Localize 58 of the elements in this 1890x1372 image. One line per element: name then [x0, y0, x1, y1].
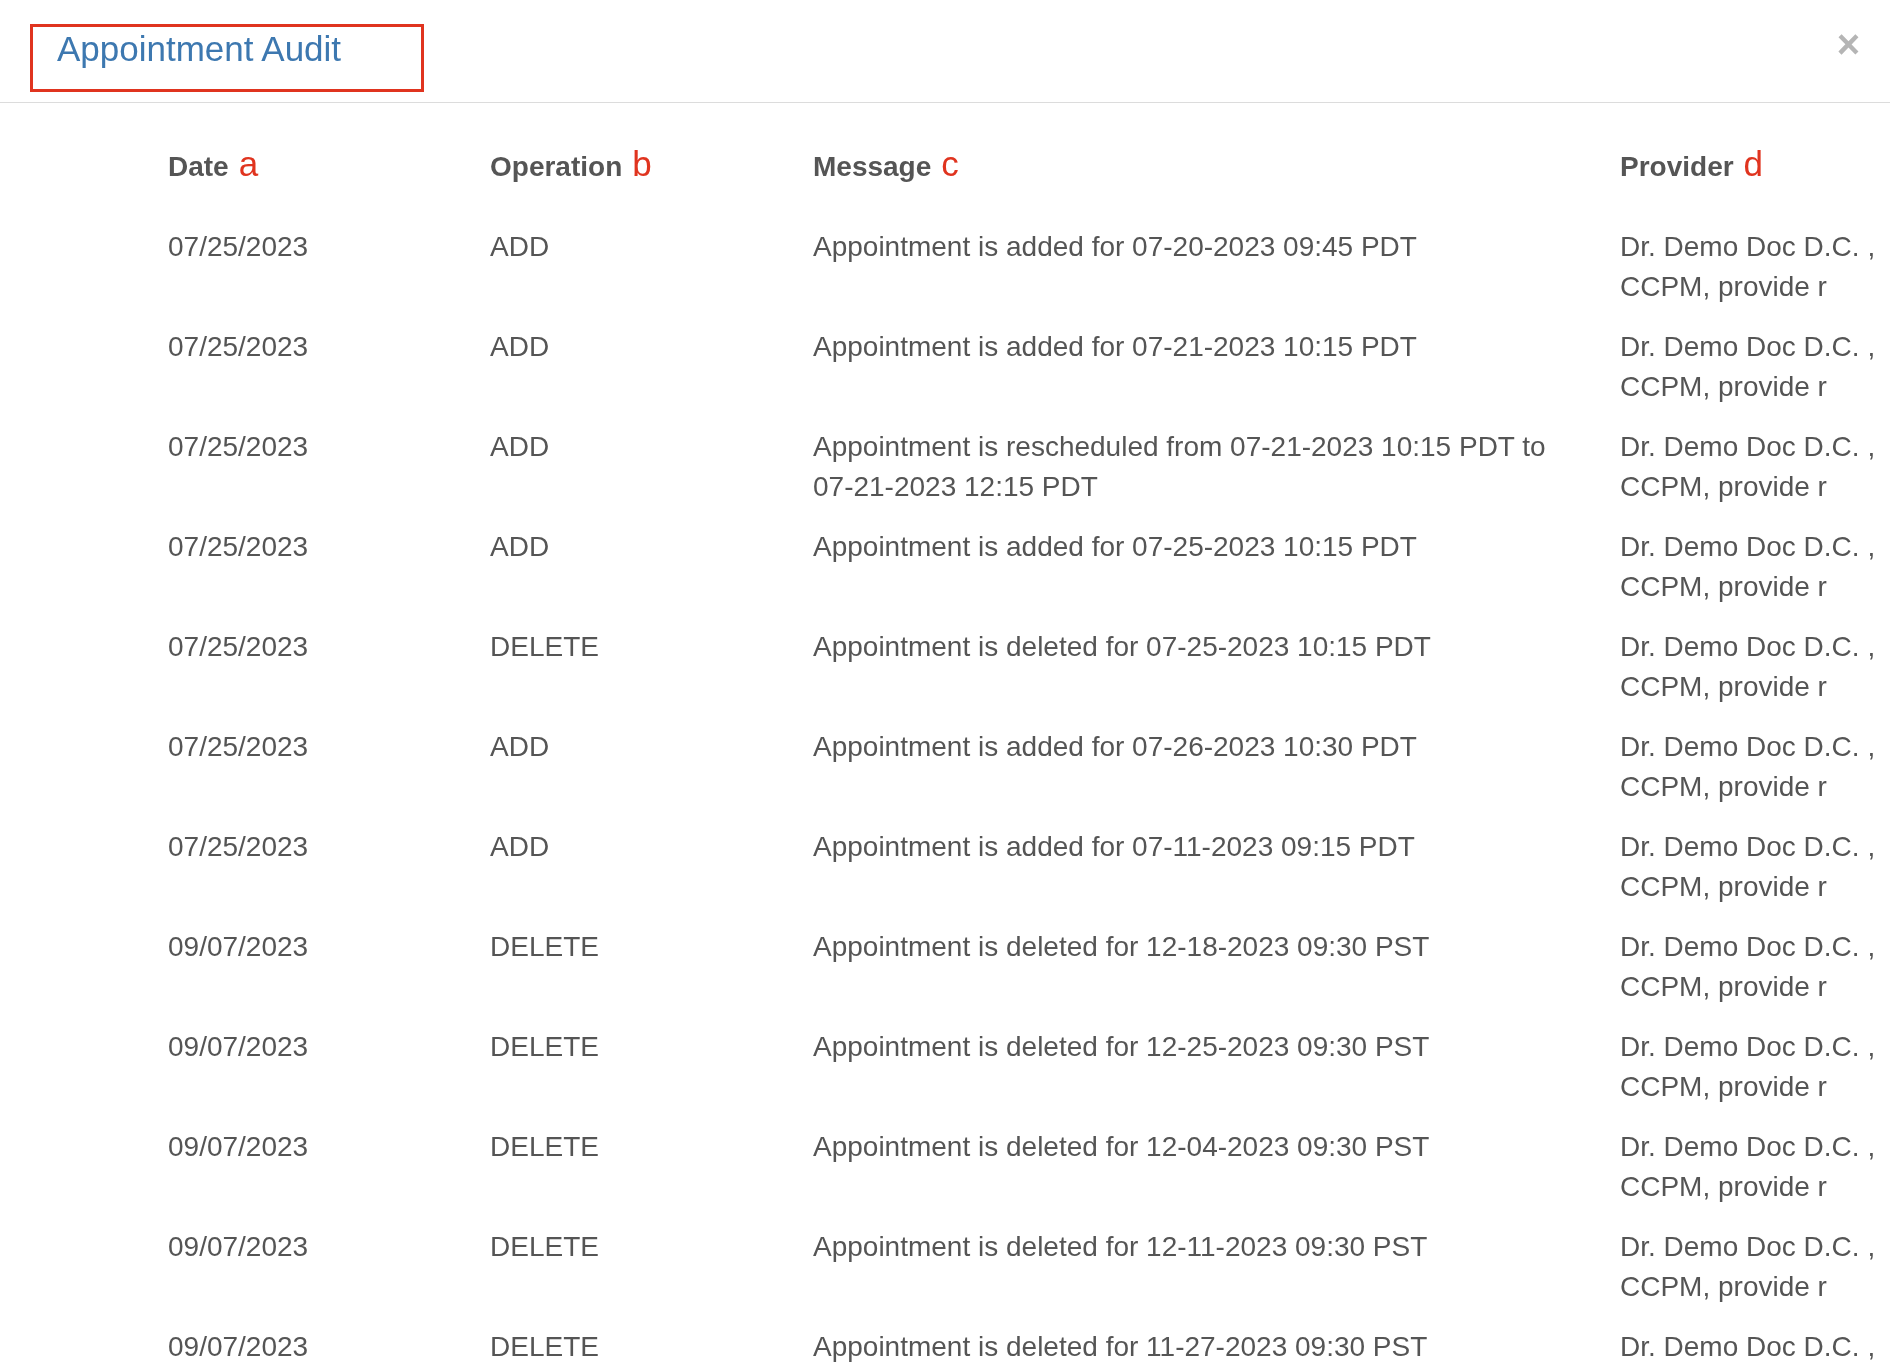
operation-cell-text: ADD: [490, 830, 550, 864]
provider-cell-text: Dr. Demo Doc D.C. , CCPM, provide r: [1620, 530, 1877, 604]
operation-cell-text: ADD: [490, 430, 550, 464]
operation-cell-text: DELETE: [490, 1330, 599, 1364]
date-cell-text: 07/25/2023: [168, 530, 309, 564]
provider-cell-text: Dr. Demo Doc D.C. , CCPM, provide r: [1620, 1030, 1877, 1104]
operation-cell-text: ADD: [490, 330, 550, 364]
provider-cell-text: Dr. Demo Doc D.C. , CCPM, provide r: [1620, 330, 1877, 404]
message-cell-text: Appointment is deleted for 12-18-2023 09:30 PST: [813, 930, 1430, 964]
provider-cell-text: Dr. Demo Doc D.C. , CCPM, provide r: [1620, 1130, 1877, 1204]
message-cell-text: Appointment is deleted for 07-25-2023 10:15 PDT: [813, 630, 1431, 664]
column-header: Message: [813, 150, 932, 184]
annotation-letter: a: [238, 144, 259, 184]
operation-cell-text: DELETE: [490, 1030, 599, 1064]
operation-cell-text: ADD: [490, 230, 550, 264]
date-cell-text: 07/25/2023: [168, 330, 309, 364]
column-header: Provider: [1620, 150, 1734, 184]
provider-cell-text: Dr. Demo Doc D.C. , CCPM, provide r: [1620, 230, 1877, 304]
date-cell-text: 07/25/2023: [168, 430, 309, 464]
operation-cell-text: DELETE: [490, 1230, 599, 1264]
message-cell-text: Appointment is added for 07-11-2023 09:15 PDT: [813, 830, 1415, 864]
date-cell-text: 09/07/2023: [168, 1330, 309, 1364]
annotation-letter: d: [1743, 144, 1764, 184]
provider-cell-text: Dr. Demo Doc D.C. , CCPM, provide r: [1620, 830, 1877, 904]
message-cell-text: Appointment is added for 07-25-2023 10:15 PDT: [813, 530, 1417, 564]
provider-cell-text: Dr. Demo Doc D.C. , CCPM, provide r: [1620, 730, 1877, 804]
message-cell-text: Appointment is deleted for 11-27-2023 09:30 PST: [813, 1330, 1428, 1364]
date-cell-text: 07/25/2023: [168, 730, 309, 764]
annotation-letter: b: [632, 144, 652, 184]
message-cell-text: Appointment is added for 07-26-2023 10:30 PDT: [813, 730, 1417, 764]
message-cell-text: Appointment is deleted for 12-04-2023 09:30 PST: [813, 1130, 1430, 1164]
provider-cell-text: Dr. Demo Doc D.C. , CCPM, provide r: [1620, 430, 1877, 504]
provider-cell-text: Dr. Demo Doc D.C. , CCPM, provide r: [1620, 630, 1877, 704]
close-button[interactable]: ×: [1836, 22, 1860, 66]
message-cell-text: Appointment is deleted for 12-11-2023 09:30 PST: [813, 1230, 1428, 1264]
date-cell-text: 09/07/2023: [168, 1130, 309, 1164]
message-cell-text: Appointment is deleted for 12-25-2023 09:30 PST: [813, 1030, 1430, 1064]
operation-cell-text: ADD: [490, 530, 550, 564]
message-cell-text: Appointment is rescheduled from 07-21-2023 10:15 PDT to 07-21-2023 12:15 PDT: [813, 430, 1547, 504]
date-cell-text: 07/25/2023: [168, 230, 309, 264]
message-cell-text: Appointment is added for 07-20-2023 09:45 PDT: [813, 230, 1417, 264]
date-cell-text: 09/07/2023: [168, 1030, 309, 1064]
operation-cell-text: DELETE: [490, 630, 599, 664]
dialog-title: Appointment Audit: [57, 29, 342, 68]
date-cell-text: 09/07/2023: [168, 930, 309, 964]
operation-cell-text: DELETE: [490, 1130, 599, 1164]
provider-cell-text: Dr. Demo Doc D.C. , CCPM, provide r: [1620, 1230, 1877, 1304]
column-header: Date: [168, 150, 229, 184]
annotation-letter: c: [941, 144, 959, 184]
message-cell-text: Appointment is added for 07-21-2023 10:15 PDT: [813, 330, 1417, 364]
provider-cell-text: Dr. Demo Doc D.C. , CCPM, provide r: [1620, 930, 1877, 1004]
date-cell-text: 09/07/2023: [168, 1230, 309, 1264]
column-header: Operation: [490, 150, 623, 184]
operation-cell-text: ADD: [490, 730, 550, 764]
date-cell-text: 07/25/2023: [168, 630, 309, 664]
provider-cell-text: Dr. Demo Doc D.C. ,: [1620, 1330, 1876, 1364]
operation-cell-text: DELETE: [490, 930, 599, 964]
date-cell-text: 07/25/2023: [168, 830, 309, 864]
